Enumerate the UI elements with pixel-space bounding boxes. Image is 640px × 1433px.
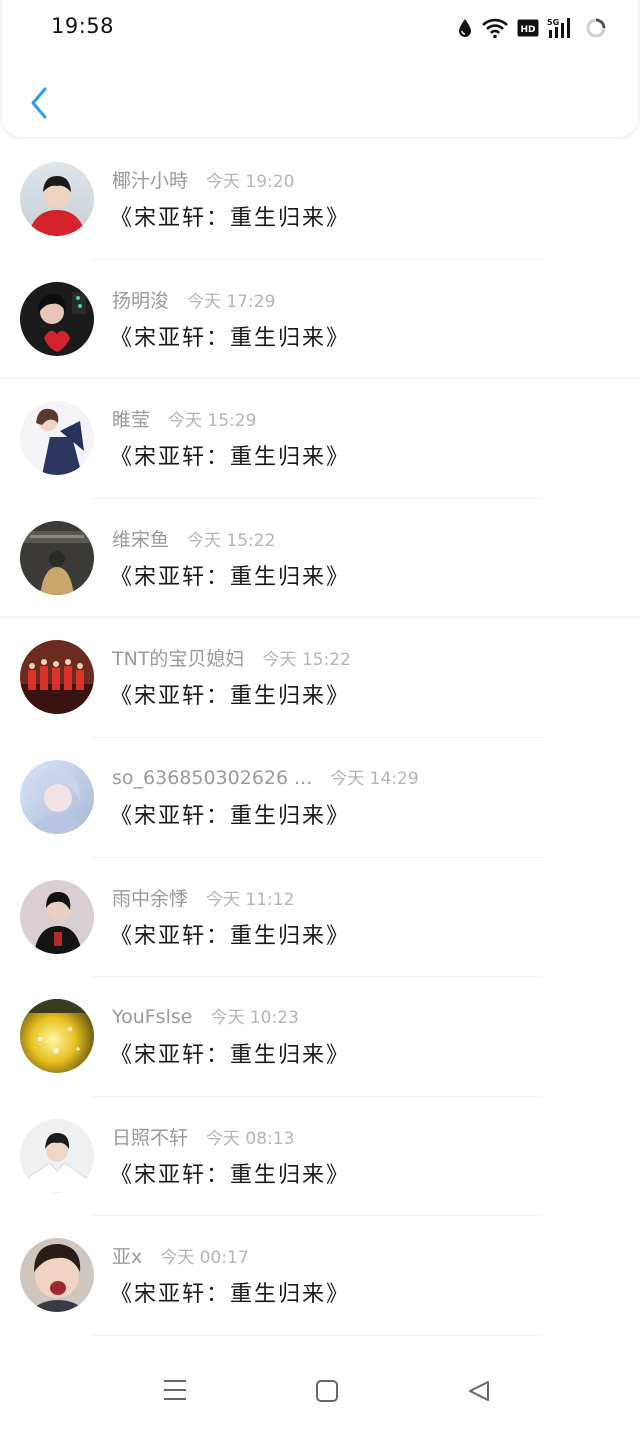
avatar[interactable] [20,1118,94,1193]
message-time: 今天 15:29 [168,411,257,432]
wifi-icon [481,17,509,39]
message-text: 《宋亚轩：重生归来》 [110,923,351,949]
list-item[interactable]: 扬明浚 今天 17:29 《宋亚轩：重生归来》 [0,260,640,380]
home-button[interactable] [314,1378,340,1408]
message-text: 《宋亚轩：重生归来》 [110,803,351,829]
message-text: 《宋亚轩：重生归来》 [110,1282,351,1308]
back-button[interactable] [19,80,59,126]
message-text: 《宋亚轩：重生归来》 [110,564,351,590]
list-item[interactable]: YouFslse 今天 10:23 《宋亚轩：重生归来》 [0,977,640,1097]
message-text: 《宋亚轩：重生归来》 [110,445,351,471]
sender-name: 睢莹 [112,409,151,432]
system-nav-bar [0,1350,640,1433]
signal-5g-icon: 5G [547,17,577,39]
svg-text:5G: 5G [547,18,559,27]
message-time: 今天 19:20 [206,172,295,192]
avatar[interactable] [20,1238,94,1313]
menu-icon [164,1380,186,1400]
avatar[interactable] [20,520,94,595]
list-item[interactable]: 维宋鱼 今天 15:22 《宋亚轩：重生归来》 [0,499,640,619]
svg-text:HD: HD [520,25,535,35]
message-time: 今天 15:22 [262,650,351,671]
sender-name: 维宋鱼 [112,528,170,551]
message-time: 今天 10:23 [210,1008,299,1029]
drop-icon [457,18,473,38]
message-time: 今天 08:13 [206,1128,295,1149]
list-item[interactable]: so_636850302626 ... 今天 14:29 《宋亚轩：重生归来》 [0,738,640,858]
sender-name: 椰汁小時 [112,170,189,192]
sender-name: 扬明浚 [112,289,170,312]
message-text: 《宋亚轩：重生归来》 [110,206,351,231]
list-item[interactable]: 雨中余悸 今天 11:12 《宋亚轩：重生归来》 [0,858,640,978]
list-item[interactable]: 日照不轩 今天 08:13 《宋亚轩：重生归来》 [0,1097,640,1217]
avatar[interactable] [20,999,94,1074]
sender-name: 亚x [112,1246,143,1269]
message-text: 《宋亚轩：重生归来》 [110,1043,351,1069]
avatar[interactable] [20,162,94,236]
home-square-icon [316,1380,338,1402]
sender-name: TNT的宝贝媳妇 [112,648,245,671]
sender-name: so_636850302626 ... [112,766,313,789]
message-text: 《宋亚轩：重生归来》 [110,684,351,710]
sender-name: 雨中余悸 [112,887,189,910]
loading-ring-icon [585,17,607,39]
message-list: 椰汁小時 今天 19:20 《宋亚轩：重生归来》 扬明浚 今天 17:29 《宋亚轩… [0,140,640,1336]
status-icons: HD 5G [457,14,607,42]
message-time: 今天 17:29 [187,291,276,312]
sender-name: YouFslse [112,1006,193,1029]
message-time: 今天 11:12 [206,889,295,910]
back-triangle-icon [469,1381,489,1401]
back-nav-button[interactable] [466,1378,492,1408]
status-time: 19:58 [51,14,115,38]
list-item[interactable]: 椰汁小時 今天 19:20 《宋亚轩：重生归来》 [0,140,640,260]
list-item[interactable]: 亚x 今天 00:17 《宋亚轩：重生归来》 [0,1216,640,1336]
message-time: 今天 15:22 [187,530,276,551]
avatar[interactable] [20,281,94,356]
menu-button[interactable] [162,1378,188,1406]
list-item[interactable]: TNT的宝贝媳妇 今天 15:22 《宋亚轩：重生归来》 [0,618,640,738]
sender-name: 日照不轩 [112,1126,189,1149]
message-text: 《宋亚轩：重生归来》 [110,325,351,351]
avatar[interactable] [20,759,94,834]
list-item[interactable]: 睢莹 今天 15:29 《宋亚轩：重生归来》 [0,379,640,499]
message-time: 今天 14:29 [330,768,419,789]
message-time: 今天 00:17 [160,1248,249,1269]
avatar[interactable] [20,640,94,715]
message-text: 《宋亚轩：重生归来》 [110,1162,351,1188]
chevron-left-icon [31,87,47,119]
top-bar: 19:58 HD 5G [0,0,640,138]
hd-icon: HD [517,19,539,37]
avatar[interactable] [20,879,94,954]
avatar[interactable] [20,401,94,476]
